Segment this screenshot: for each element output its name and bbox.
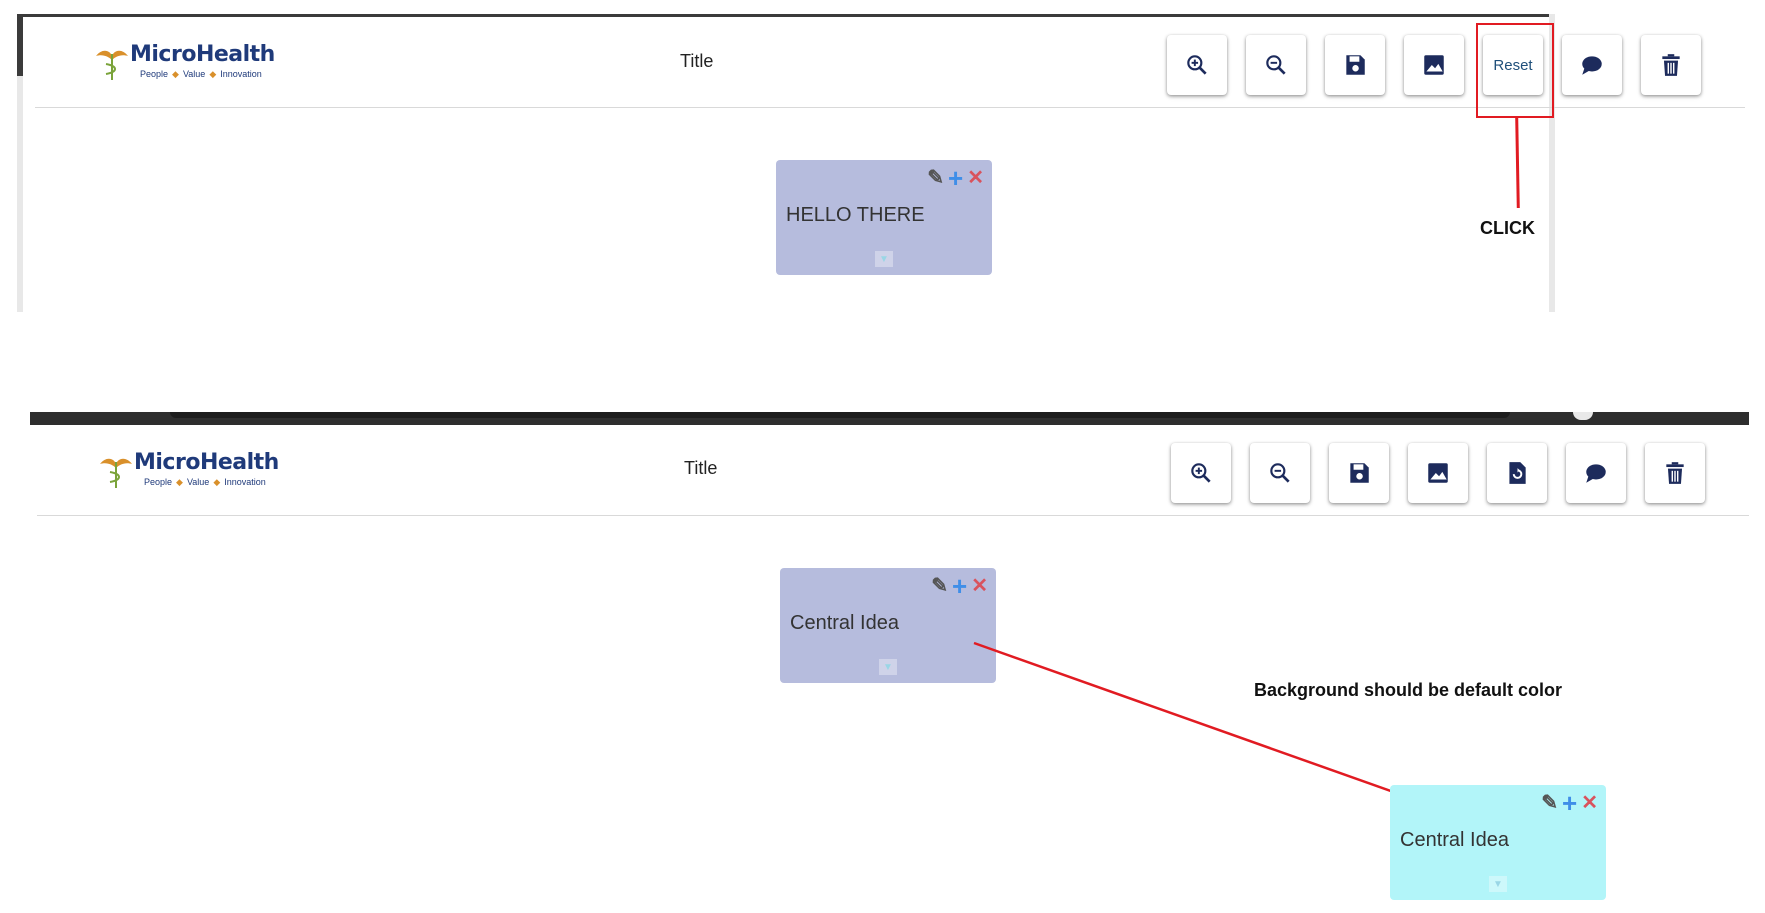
comment-button[interactable]	[1562, 35, 1622, 95]
delete-button[interactable]	[1641, 35, 1701, 95]
annotation-click-label: CLICK	[1480, 218, 1535, 238]
node-text[interactable]: HELLO THERE	[786, 204, 925, 227]
delete-node-icon[interactable]: ✕	[1581, 793, 1598, 813]
annotation-arrow-line	[973, 641, 1417, 802]
mindmap-node[interactable]: ✎ + ✕ HELLO THERE ▼	[776, 160, 992, 275]
eyedropper-icon[interactable]: ✎	[931, 576, 948, 596]
annotation-pointer-line	[1515, 117, 1520, 209]
speech-bubble-icon	[1582, 56, 1602, 75]
trash-icon	[1666, 462, 1684, 484]
caduceus-icon	[96, 50, 128, 80]
page-title: Title	[680, 51, 714, 71]
zoom-out-button[interactable]	[1246, 35, 1306, 95]
file-reset-icon	[1509, 462, 1526, 484]
add-child-icon[interactable]: +	[1562, 790, 1577, 816]
trash-icon	[1662, 54, 1680, 76]
expand-toggle-icon[interactable]: ▼	[1489, 876, 1507, 892]
node-text[interactable]: Central Idea	[1400, 829, 1509, 852]
zoom-out-icon	[1270, 463, 1290, 483]
add-child-icon[interactable]: +	[948, 165, 963, 191]
speech-bubble-icon	[1586, 464, 1606, 483]
tagline-value: Value	[182, 69, 206, 79]
delete-node-icon[interactable]: ✕	[971, 576, 988, 596]
tagline-innovation: Innovation	[224, 477, 266, 487]
eyedropper-icon[interactable]: ✎	[927, 168, 944, 188]
bottom-toolbar	[1171, 443, 1705, 503]
delete-button[interactable]	[1645, 443, 1705, 503]
tagline-value: Value	[186, 477, 210, 487]
node-toolbar: ✎ + ✕	[927, 165, 984, 191]
image-icon	[1428, 463, 1448, 483]
logo-tagline: People ◆ Value ◆ Innovation	[144, 477, 266, 487]
node-toolbar: ✎ + ✕	[1541, 790, 1598, 816]
microhealth-logo-bottom: MicroHealth People ◆ Value ◆ Innovation	[96, 448, 286, 490]
add-child-icon[interactable]: +	[952, 573, 967, 599]
zoom-out-button[interactable]	[1250, 443, 1310, 503]
zoom-in-icon	[1191, 463, 1211, 483]
bottom-window-frame-inner	[170, 412, 1510, 418]
page-title-bottom: Title	[684, 458, 718, 478]
microhealth-logo: MicroHealth People ◆ Value ◆ Innovation	[92, 40, 282, 82]
tagline-people: People	[140, 69, 169, 79]
expand-toggle-icon[interactable]: ▼	[875, 251, 893, 267]
export-image-button[interactable]	[1404, 35, 1464, 95]
floppy-disk-icon	[1350, 463, 1369, 483]
mindmap-node-current[interactable]: ✎ + ✕ Central Idea ▼	[780, 568, 996, 683]
annotation-expected-label: Background should be default color	[1254, 680, 1563, 700]
mindmap-node-expected[interactable]: ✎ + ✕ Central Idea ▼	[1390, 785, 1606, 900]
export-image-button[interactable]	[1408, 443, 1468, 503]
tagline-innovation: Innovation	[220, 69, 262, 79]
header-divider-bottom	[37, 515, 1749, 516]
top-window-frame	[17, 14, 1555, 17]
logo-brand-text: MicroHealth	[134, 450, 279, 475]
top-window-edge-left-dark	[17, 14, 23, 76]
reset-button[interactable]	[1487, 443, 1547, 503]
node-toolbar: ✎ + ✕	[931, 573, 988, 599]
caduceus-icon	[100, 458, 132, 488]
save-button[interactable]	[1325, 35, 1385, 95]
eyedropper-icon[interactable]: ✎	[1541, 793, 1558, 813]
zoom-out-icon	[1266, 55, 1286, 75]
logo-brand-text: MicroHealth	[130, 42, 275, 67]
annotation-highlight-box	[1476, 23, 1554, 118]
zoom-in-button[interactable]	[1167, 35, 1227, 95]
logo-tagline: People ◆ Value ◆ Innovation	[140, 69, 262, 79]
comment-button[interactable]	[1566, 443, 1626, 503]
floppy-disk-icon	[1346, 55, 1365, 75]
expand-toggle-icon[interactable]: ▼	[879, 659, 897, 675]
zoom-in-icon	[1187, 55, 1207, 75]
image-icon	[1424, 55, 1444, 75]
top-toolbar: Reset	[1167, 35, 1701, 95]
zoom-in-button[interactable]	[1171, 443, 1231, 503]
delete-node-icon[interactable]: ✕	[967, 168, 984, 188]
save-button[interactable]	[1329, 443, 1389, 503]
node-text[interactable]: Central Idea	[790, 612, 899, 635]
tagline-people: People	[144, 477, 173, 487]
